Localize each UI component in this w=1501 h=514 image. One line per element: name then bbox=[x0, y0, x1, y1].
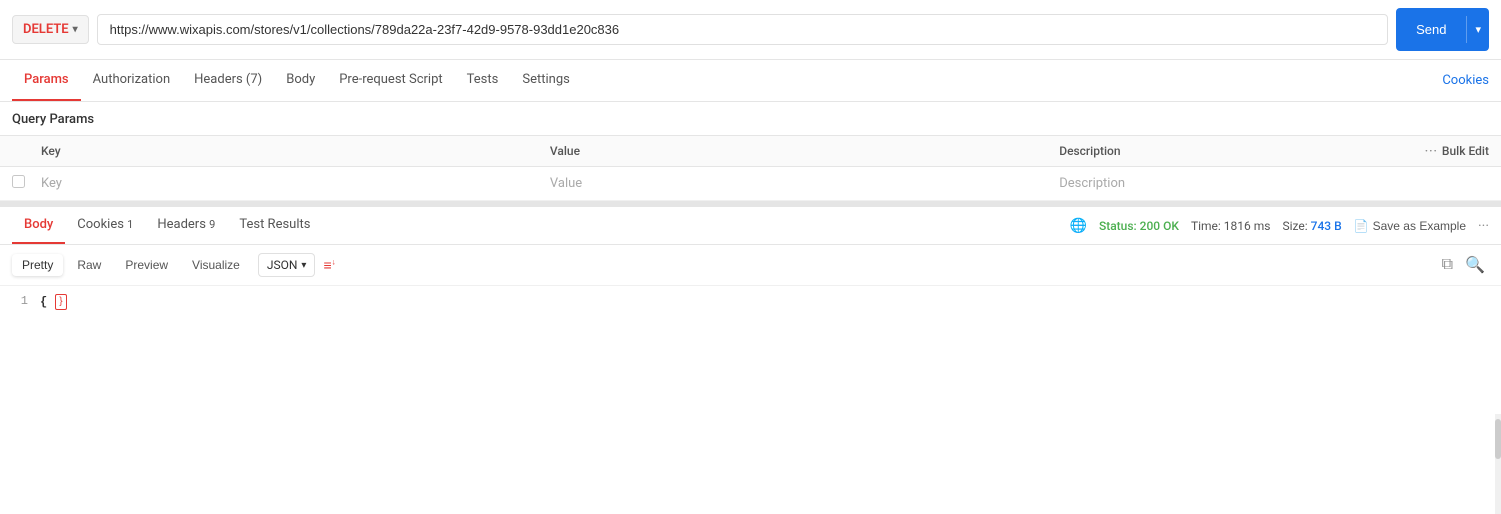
params-table-header: Key Value Description ··· Bulk Edit bbox=[0, 136, 1501, 167]
method-label: DELETE bbox=[23, 22, 69, 37]
search-button[interactable]: 🔍 bbox=[1461, 251, 1489, 279]
format-pretty-button[interactable]: Pretty bbox=[12, 254, 63, 276]
send-dropdown-button[interactable]: ▾ bbox=[1466, 16, 1489, 43]
json-chevron: ▾ bbox=[301, 260, 306, 271]
table-row: Key Value Description bbox=[0, 167, 1501, 201]
tab-authorization[interactable]: Authorization bbox=[81, 60, 183, 101]
row-value[interactable]: Value bbox=[538, 167, 1047, 201]
response-tabs-bar: Body Cookies 1 Headers 9 Test Results 🌐 … bbox=[0, 207, 1501, 245]
response-size-label: Size: 743 B bbox=[1282, 219, 1341, 233]
filter-icon[interactable]: ≡↓ bbox=[323, 257, 335, 274]
tab-tests[interactable]: Tests bbox=[455, 60, 511, 101]
bulk-edit-label: Bulk Edit bbox=[1442, 144, 1489, 158]
send-button[interactable]: Send bbox=[1396, 15, 1466, 44]
response-meta: 🌐 Status: 200 OK Time: 1816 ms Size: 743… bbox=[1070, 218, 1490, 234]
row-checkbox[interactable] bbox=[0, 167, 29, 201]
more-options-icon[interactable]: ··· bbox=[1478, 218, 1489, 234]
tab-pre-request-script[interactable]: Pre-request Script bbox=[327, 60, 454, 101]
description-col-header: Description bbox=[1047, 136, 1412, 167]
save-icon: 📄 bbox=[1354, 219, 1369, 233]
line-number-1: 1 bbox=[12, 294, 28, 308]
code-line-1: { } bbox=[40, 294, 1501, 310]
checkbox-col-header bbox=[0, 136, 29, 167]
json-label: JSON bbox=[267, 258, 298, 272]
json-format-selector[interactable]: JSON ▾ bbox=[258, 253, 316, 277]
key-col-header: Key bbox=[29, 136, 538, 167]
format-visualize-button[interactable]: Visualize bbox=[182, 254, 250, 276]
params-table: Key Value Description ··· Bulk Edit Key … bbox=[0, 135, 1501, 201]
format-preview-button[interactable]: Preview bbox=[115, 254, 178, 276]
response-status: Status: 200 OK bbox=[1099, 219, 1179, 233]
query-params-title: Query Params bbox=[0, 102, 1501, 135]
save-as-example-button[interactable]: 📄 Save as Example bbox=[1354, 219, 1466, 233]
app-container: DELETE ▾ Send ▾ Params Authorization Hea… bbox=[0, 0, 1501, 514]
method-chevron: ▾ bbox=[73, 24, 78, 35]
code-content[interactable]: { } bbox=[40, 294, 1501, 310]
send-button-group: Send ▾ bbox=[1396, 8, 1489, 51]
response-time: Time: 1816 ms bbox=[1191, 219, 1271, 233]
row-description[interactable]: Description bbox=[1047, 167, 1412, 201]
method-selector[interactable]: DELETE ▾ bbox=[12, 15, 89, 44]
format-toolbar: Pretty Raw Preview Visualize JSON ▾ ≡↓ ⧉… bbox=[0, 245, 1501, 286]
globe-icon: 🌐 bbox=[1070, 218, 1087, 234]
response-section: Body Cookies 1 Headers 9 Test Results 🌐 … bbox=[0, 204, 1501, 318]
scrollbar-track[interactable] bbox=[1495, 414, 1501, 514]
open-brace: { bbox=[40, 295, 47, 309]
request-bar: DELETE ▾ Send ▾ bbox=[0, 0, 1501, 60]
tab-settings[interactable]: Settings bbox=[510, 60, 581, 101]
row-key[interactable]: Key bbox=[29, 167, 538, 201]
format-raw-button[interactable]: Raw bbox=[67, 254, 111, 276]
request-tabs-bar: Params Authorization Headers (7) Body Pr… bbox=[0, 60, 1501, 102]
line-numbers: 1 bbox=[0, 294, 40, 310]
tab-params[interactable]: Params bbox=[12, 60, 81, 101]
url-input[interactable] bbox=[97, 14, 1388, 45]
copy-button[interactable]: ⧉ bbox=[1438, 252, 1457, 278]
tab-headers[interactable]: Headers (7) bbox=[182, 60, 274, 101]
actions-col-header: ··· Bulk Edit bbox=[1413, 136, 1501, 167]
scrollbar-thumb[interactable] bbox=[1495, 419, 1501, 459]
code-area: 1 { } bbox=[0, 286, 1501, 318]
cookies-link[interactable]: Cookies bbox=[1442, 61, 1489, 100]
row-actions bbox=[1413, 167, 1501, 201]
top-section: DELETE ▾ Send ▾ Params Authorization Hea… bbox=[0, 0, 1501, 201]
value-col-header: Value bbox=[538, 136, 1047, 167]
tab-body[interactable]: Body bbox=[274, 60, 327, 101]
response-tab-test-results[interactable]: Test Results bbox=[227, 207, 322, 244]
response-tab-body[interactable]: Body bbox=[12, 207, 65, 244]
bulk-edit-container[interactable]: ··· Bulk Edit bbox=[1425, 144, 1489, 158]
bulk-edit-dots: ··· bbox=[1425, 144, 1438, 158]
response-tab-headers[interactable]: Headers 9 bbox=[145, 207, 227, 244]
response-tab-cookies[interactable]: Cookies 1 bbox=[65, 207, 145, 244]
collapse-button[interactable]: } bbox=[55, 294, 66, 310]
